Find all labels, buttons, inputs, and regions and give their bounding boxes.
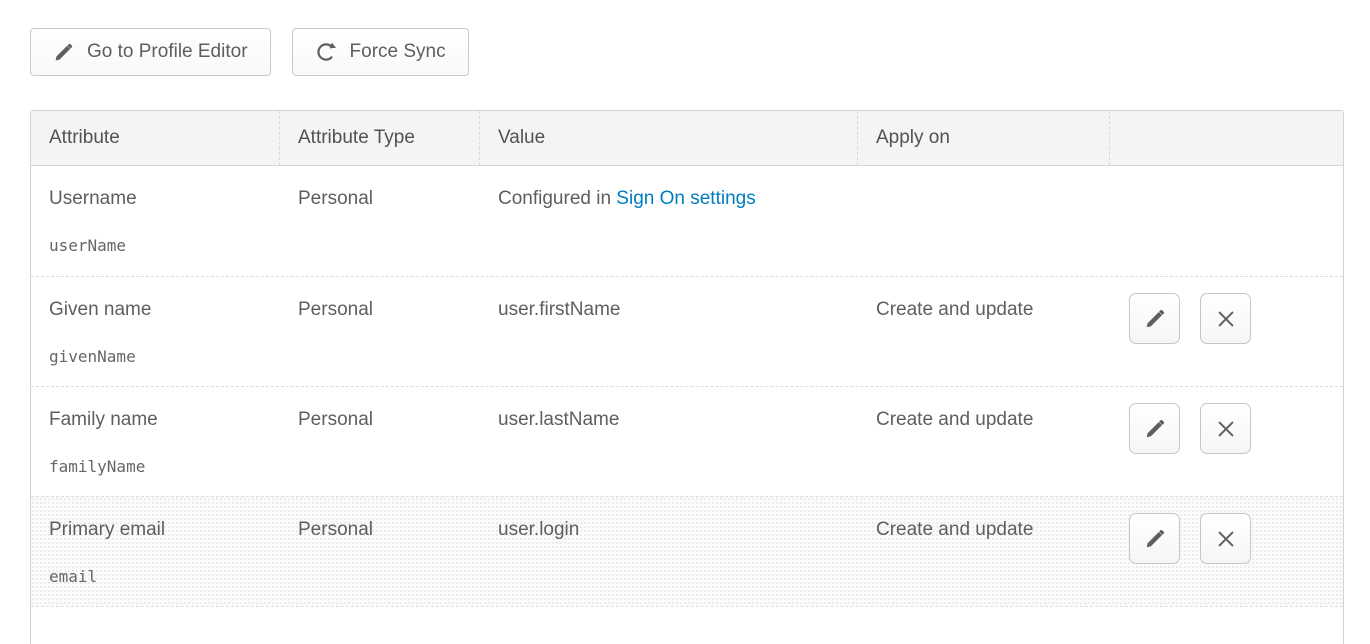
table-row: Given name givenName Personal user.first… <box>31 276 1343 386</box>
force-sync-button[interactable]: Force Sync <box>292 28 469 76</box>
apply-on-cell: Create and update <box>858 387 1110 496</box>
sign-on-settings-link[interactable]: Sign On settings <box>616 188 755 209</box>
apply-on-cell: Create and update <box>858 277 1110 386</box>
attribute-cell: Primary email email <box>31 497 280 606</box>
attribute-type-cell: Personal <box>280 166 480 276</box>
close-icon <box>1215 418 1237 440</box>
attribute-variable-name: givenName <box>49 347 262 366</box>
go-to-profile-editor-button[interactable]: Go to Profile Editor <box>30 28 271 76</box>
pencil-icon <box>1144 418 1166 440</box>
header-actions <box>1110 111 1343 165</box>
close-icon <box>1215 528 1237 550</box>
header-apply-on: Apply on <box>858 111 1110 165</box>
delete-attribute-button[interactable] <box>1200 293 1251 344</box>
row-actions <box>1110 497 1343 606</box>
force-sync-label: Force Sync <box>350 41 446 63</box>
header-attribute: Attribute <box>31 111 280 165</box>
delete-attribute-button[interactable] <box>1200 513 1251 564</box>
attribute-cell: Given name givenName <box>31 277 280 386</box>
value-expression: user.login <box>498 519 579 540</box>
attribute-type-cell: Personal <box>280 497 480 606</box>
table-row: Primary email email Personal user.login … <box>31 496 1343 606</box>
go-to-profile-editor-label: Go to Profile Editor <box>87 41 248 63</box>
attribute-label: Given name <box>49 299 262 321</box>
pencil-icon <box>1144 528 1166 550</box>
delete-attribute-button[interactable] <box>1200 403 1251 454</box>
row-actions <box>1110 277 1343 386</box>
value-expression: user.lastName <box>498 409 619 430</box>
value-cell: user.login <box>480 497 858 606</box>
value-cell: Configured in Sign On settings <box>480 166 858 276</box>
attribute-label: Primary email <box>49 519 262 541</box>
apply-on-cell: Create and update <box>858 497 1110 606</box>
value-cell: user.lastName <box>480 387 858 496</box>
value-prefix-text: Configured in <box>498 188 616 209</box>
refresh-icon <box>315 41 337 63</box>
table-row: Username userName Personal Configured in… <box>31 166 1343 276</box>
attribute-variable-name: email <box>49 567 262 586</box>
table-row: Family name familyName Personal user.las… <box>31 386 1343 496</box>
attribute-label: Username <box>49 188 262 210</box>
value-cell: user.firstName <box>480 277 858 386</box>
attribute-type-cell: Personal <box>280 277 480 386</box>
edit-attribute-button[interactable] <box>1129 293 1180 344</box>
table-body: Username userName Personal Configured in… <box>31 166 1343 606</box>
attribute-variable-name: familyName <box>49 457 262 476</box>
attribute-type-cell: Personal <box>280 387 480 496</box>
apply-on-cell <box>858 166 1110 276</box>
row-actions <box>1110 387 1343 496</box>
edit-attribute-button[interactable] <box>1129 403 1180 454</box>
empty-row <box>31 606 1343 644</box>
pencil-icon <box>53 42 74 63</box>
header-attribute-type: Attribute Type <box>280 111 480 165</box>
attribute-cell: Username userName <box>31 166 280 276</box>
attribute-label: Family name <box>49 409 262 431</box>
close-icon <box>1215 308 1237 330</box>
attribute-cell: Family name familyName <box>31 387 280 496</box>
attribute-mappings-page: Go to Profile Editor Force Sync Attribut… <box>0 28 1370 644</box>
table-header-row: Attribute Attribute Type Value Apply on <box>31 111 1343 166</box>
edit-attribute-button[interactable] <box>1129 513 1180 564</box>
value-expression: user.firstName <box>498 299 620 320</box>
value-configured-text: Configured in Sign On settings <box>498 188 756 209</box>
attribute-mappings-table: Attribute Attribute Type Value Apply on … <box>30 110 1344 644</box>
toolbar: Go to Profile Editor Force Sync <box>30 28 1370 76</box>
header-value: Value <box>480 111 858 165</box>
pencil-icon <box>1144 308 1166 330</box>
attribute-variable-name: userName <box>49 236 262 255</box>
